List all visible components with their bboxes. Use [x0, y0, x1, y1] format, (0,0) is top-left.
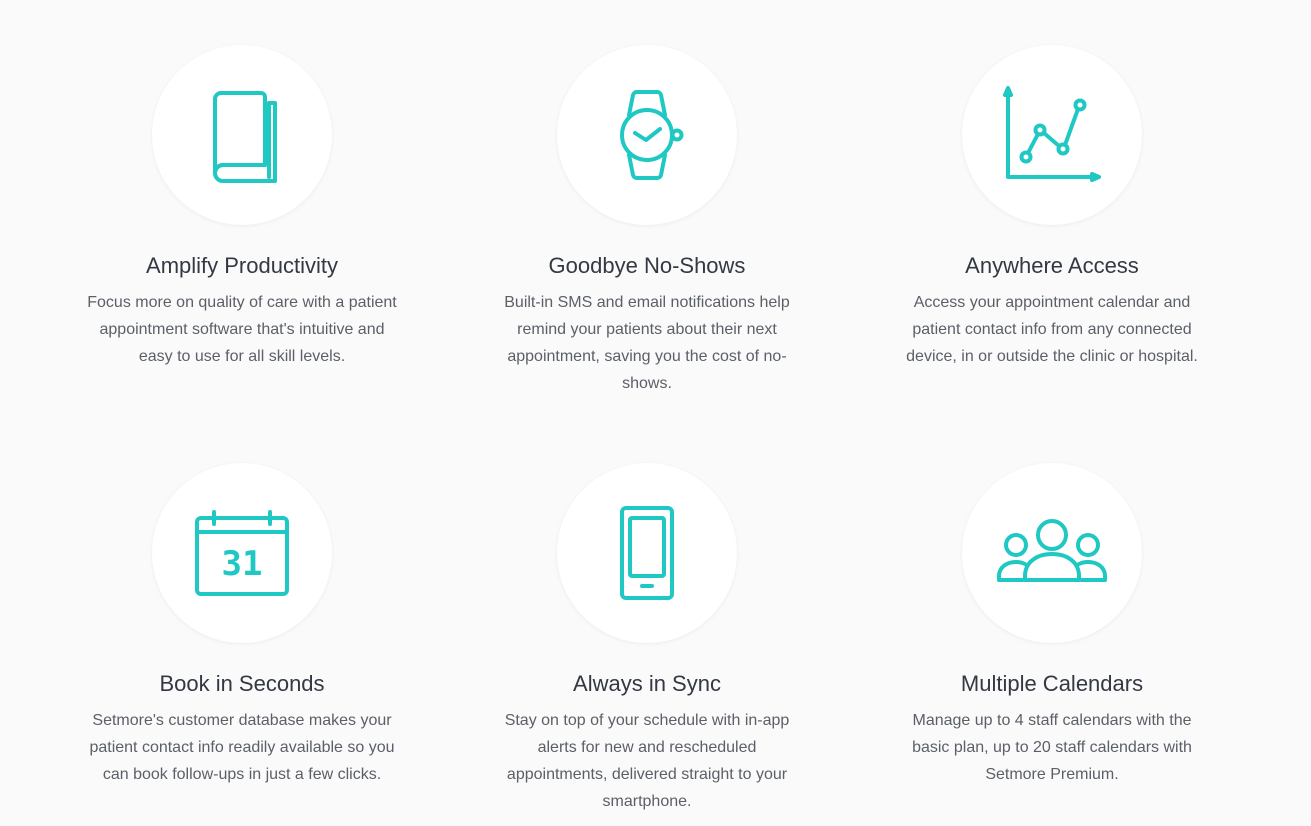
feature-description: Built-in SMS and email notifications hel… — [504, 294, 790, 392]
icon-circle — [962, 463, 1142, 643]
line-chart-icon — [1003, 86, 1101, 182]
feature-description: Focus more on quality of care with a pat… — [87, 294, 397, 365]
feature-anywhere-access: Anywhere Access Access your appointment … — [882, 45, 1222, 370]
feature-title: Anywhere Access — [965, 253, 1139, 278]
feature-title: Multiple Calendars — [960, 671, 1144, 696]
feature-always-in-sync: Always in Sync Stay on top of your sched… — [477, 463, 817, 815]
feature-description: Access your appointment calendar and pat… — [906, 294, 1198, 365]
calendar-icon: 31 — [195, 510, 289, 596]
feature-description: Setmore's customer database makes your p… — [89, 712, 395, 783]
book-icon — [213, 91, 277, 183]
feature-title: Book in Seconds — [159, 671, 325, 696]
icon-circle — [962, 45, 1142, 225]
features-grid: Amplify Productivity Focus more on quali… — [0, 0, 1311, 826]
watch-icon — [620, 90, 684, 180]
feature-title: Amplify Productivity — [146, 253, 338, 278]
feature-title: Always in Sync — [573, 671, 721, 696]
feature-goodbye-no-shows: Goodbye No-Shows Built-in SMS and email … — [477, 45, 817, 397]
feature-book-in-seconds: 31 Book in Seconds Setmore's customer da… — [72, 463, 412, 788]
feature-amplify-productivity: Amplify Productivity Focus more on quali… — [72, 45, 412, 370]
feature-title: Goodbye No-Shows — [548, 253, 746, 278]
icon-circle: 31 — [152, 463, 332, 643]
icon-circle — [152, 45, 332, 225]
icon-circle — [557, 463, 737, 643]
feature-multiple-calendars: Multiple Calendars Manage up to 4 staff … — [882, 463, 1222, 788]
icon-circle — [557, 45, 737, 225]
smartphone-icon — [620, 506, 674, 600]
feature-description: Stay on top of your schedule with in-app… — [504, 712, 790, 810]
users-group-icon — [997, 519, 1107, 582]
calendar-day-text: 31 — [222, 544, 263, 584]
feature-description: Manage up to 4 staff calendars with the … — [912, 712, 1192, 783]
